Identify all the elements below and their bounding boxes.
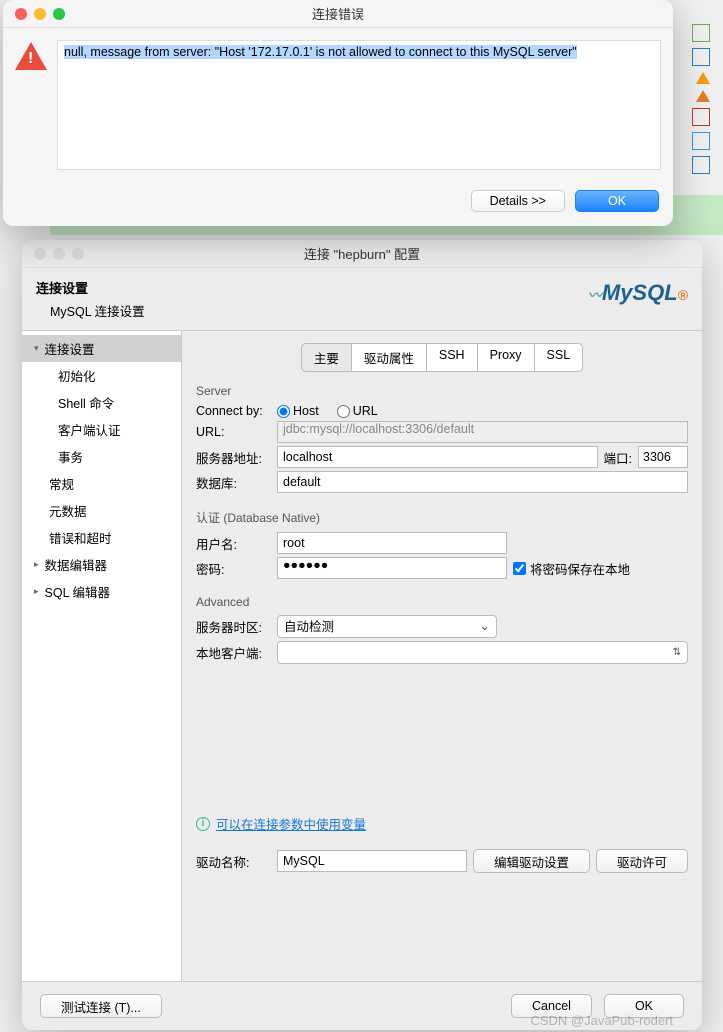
- host-radio[interactable]: Host: [277, 404, 319, 418]
- sidebar-item-label: 数据编辑器: [45, 555, 108, 574]
- sidebar-item-label: Shell 命令: [58, 393, 114, 412]
- server-section: Server: [196, 384, 688, 398]
- variables-link[interactable]: 可以在连接参数中使用变量: [216, 814, 366, 833]
- sidebar-item-label: 连接设置: [45, 339, 95, 358]
- timezone-select[interactable]: 自动检测: [277, 615, 497, 638]
- username-label: 用户名:: [196, 534, 271, 553]
- driver-permission-button[interactable]: 驱动许可: [596, 849, 688, 873]
- details-button[interactable]: Details >>: [471, 190, 565, 212]
- sidebar-item-label: 常规: [49, 474, 74, 493]
- sidebar-item-5[interactable]: 常规: [22, 470, 181, 497]
- warning-icon: [15, 42, 47, 74]
- maximize-window-icon[interactable]: [72, 248, 84, 260]
- sidebar-item-4[interactable]: 事务: [22, 443, 181, 470]
- advanced-section: Advanced: [196, 595, 688, 609]
- config-dialog: 连接 "hepburn" 配置 连接设置 MySQL 连接设置 〰MySQL® …: [22, 240, 702, 1030]
- titlebar: 连接错误: [3, 0, 673, 28]
- auth-section: 认证 (Database Native): [196, 509, 688, 526]
- watermark: CSDN @JavaPub-rodert: [530, 1013, 673, 1028]
- sidebar-item-label: 初始化: [58, 366, 96, 385]
- tabs: 主要驱动属性SSHProxySSL: [196, 343, 688, 372]
- main-panel: 主要驱动属性SSHProxySSL Server Connect by: Hos…: [182, 331, 702, 981]
- url-field: jdbc:mysql://localhost:3306/default: [277, 421, 688, 443]
- close-window-icon[interactable]: [15, 8, 27, 20]
- sidebar-item-2[interactable]: Shell 命令: [22, 389, 181, 416]
- host-input[interactable]: [277, 446, 598, 468]
- username-input[interactable]: [277, 532, 507, 554]
- host-label: 服务器地址:: [196, 448, 271, 467]
- edit-driver-button[interactable]: 编辑驱动设置: [473, 849, 590, 873]
- error-message-text: null, message from server: "Host '172.17…: [64, 45, 577, 59]
- port-input[interactable]: [638, 446, 688, 468]
- sidebar-item-label: 错误和超时: [49, 528, 112, 547]
- password-label: 密码:: [196, 559, 271, 578]
- tab-主要[interactable]: 主要: [301, 343, 352, 372]
- connect-by-label: Connect by:: [196, 404, 271, 418]
- sidebar-item-label: 事务: [58, 447, 83, 466]
- url-radio[interactable]: URL: [337, 404, 378, 418]
- error-message-box[interactable]: null, message from server: "Host '172.17…: [57, 40, 661, 170]
- config-title: 连接 "hepburn" 配置: [22, 244, 702, 263]
- sidebar-item-1[interactable]: 初始化: [22, 362, 181, 389]
- timezone-label: 服务器时区:: [196, 617, 271, 636]
- driver-name-label: 驱动名称:: [196, 852, 271, 871]
- driver-name-input[interactable]: [277, 850, 467, 872]
- ok-button[interactable]: OK: [575, 190, 659, 212]
- local-client-select[interactable]: [277, 641, 688, 664]
- sidebar-item-label: 客户端认证: [58, 420, 121, 439]
- sidebar-item-6[interactable]: 元数据: [22, 497, 181, 524]
- test-connection-button[interactable]: 测试连接 (T)...: [40, 994, 162, 1018]
- database-input[interactable]: [277, 471, 688, 493]
- mysql-logo: 〰MySQL®: [588, 280, 688, 306]
- minimize-window-icon[interactable]: [34, 8, 46, 20]
- disclosure-icon: ▾: [34, 343, 39, 354]
- url-label: URL:: [196, 425, 271, 439]
- sidebar-item-3[interactable]: 客户端认证: [22, 416, 181, 443]
- save-password-checkbox[interactable]: 将密码保存在本地: [513, 559, 630, 578]
- sidebar-item-7[interactable]: 错误和超时: [22, 524, 181, 551]
- config-titlebar: 连接 "hepburn" 配置: [22, 240, 702, 268]
- info-icon: i: [196, 817, 210, 831]
- close-window-icon[interactable]: [34, 248, 46, 260]
- sidebar-item-0[interactable]: ▾ 连接设置: [22, 335, 181, 362]
- minimize-window-icon[interactable]: [53, 248, 65, 260]
- tab-proxy[interactable]: Proxy: [478, 343, 535, 372]
- local-client-label: 本地客户端:: [196, 643, 271, 662]
- database-label: 数据库:: [196, 473, 271, 492]
- sidebar-item-label: 元数据: [49, 501, 87, 520]
- sidebar-item-8[interactable]: ▸ 数据编辑器: [22, 551, 181, 578]
- tab-ssh[interactable]: SSH: [427, 343, 478, 372]
- tab-驱动属性[interactable]: 驱动属性: [352, 343, 427, 372]
- tab-ssl[interactable]: SSL: [535, 343, 584, 372]
- port-label: 端口:: [604, 448, 632, 467]
- disclosure-icon: ▸: [34, 559, 39, 570]
- maximize-window-icon[interactable]: [53, 8, 65, 20]
- bg-right-icons: [688, 20, 723, 220]
- sidebar: ▾连接设置初始化Shell 命令客户端认证事务常规元数据错误和超时▸数据编辑器▸…: [22, 331, 182, 981]
- sidebar-item-label: SQL 编辑器: [45, 582, 111, 601]
- error-dialog: 连接错误 null, message from server: "Host '1…: [3, 0, 673, 226]
- disclosure-icon: ▸: [34, 586, 39, 597]
- error-title: 连接错误: [3, 4, 673, 23]
- password-input[interactable]: ●●●●●●: [277, 557, 507, 579]
- sidebar-item-9[interactable]: ▸ SQL 编辑器: [22, 578, 181, 605]
